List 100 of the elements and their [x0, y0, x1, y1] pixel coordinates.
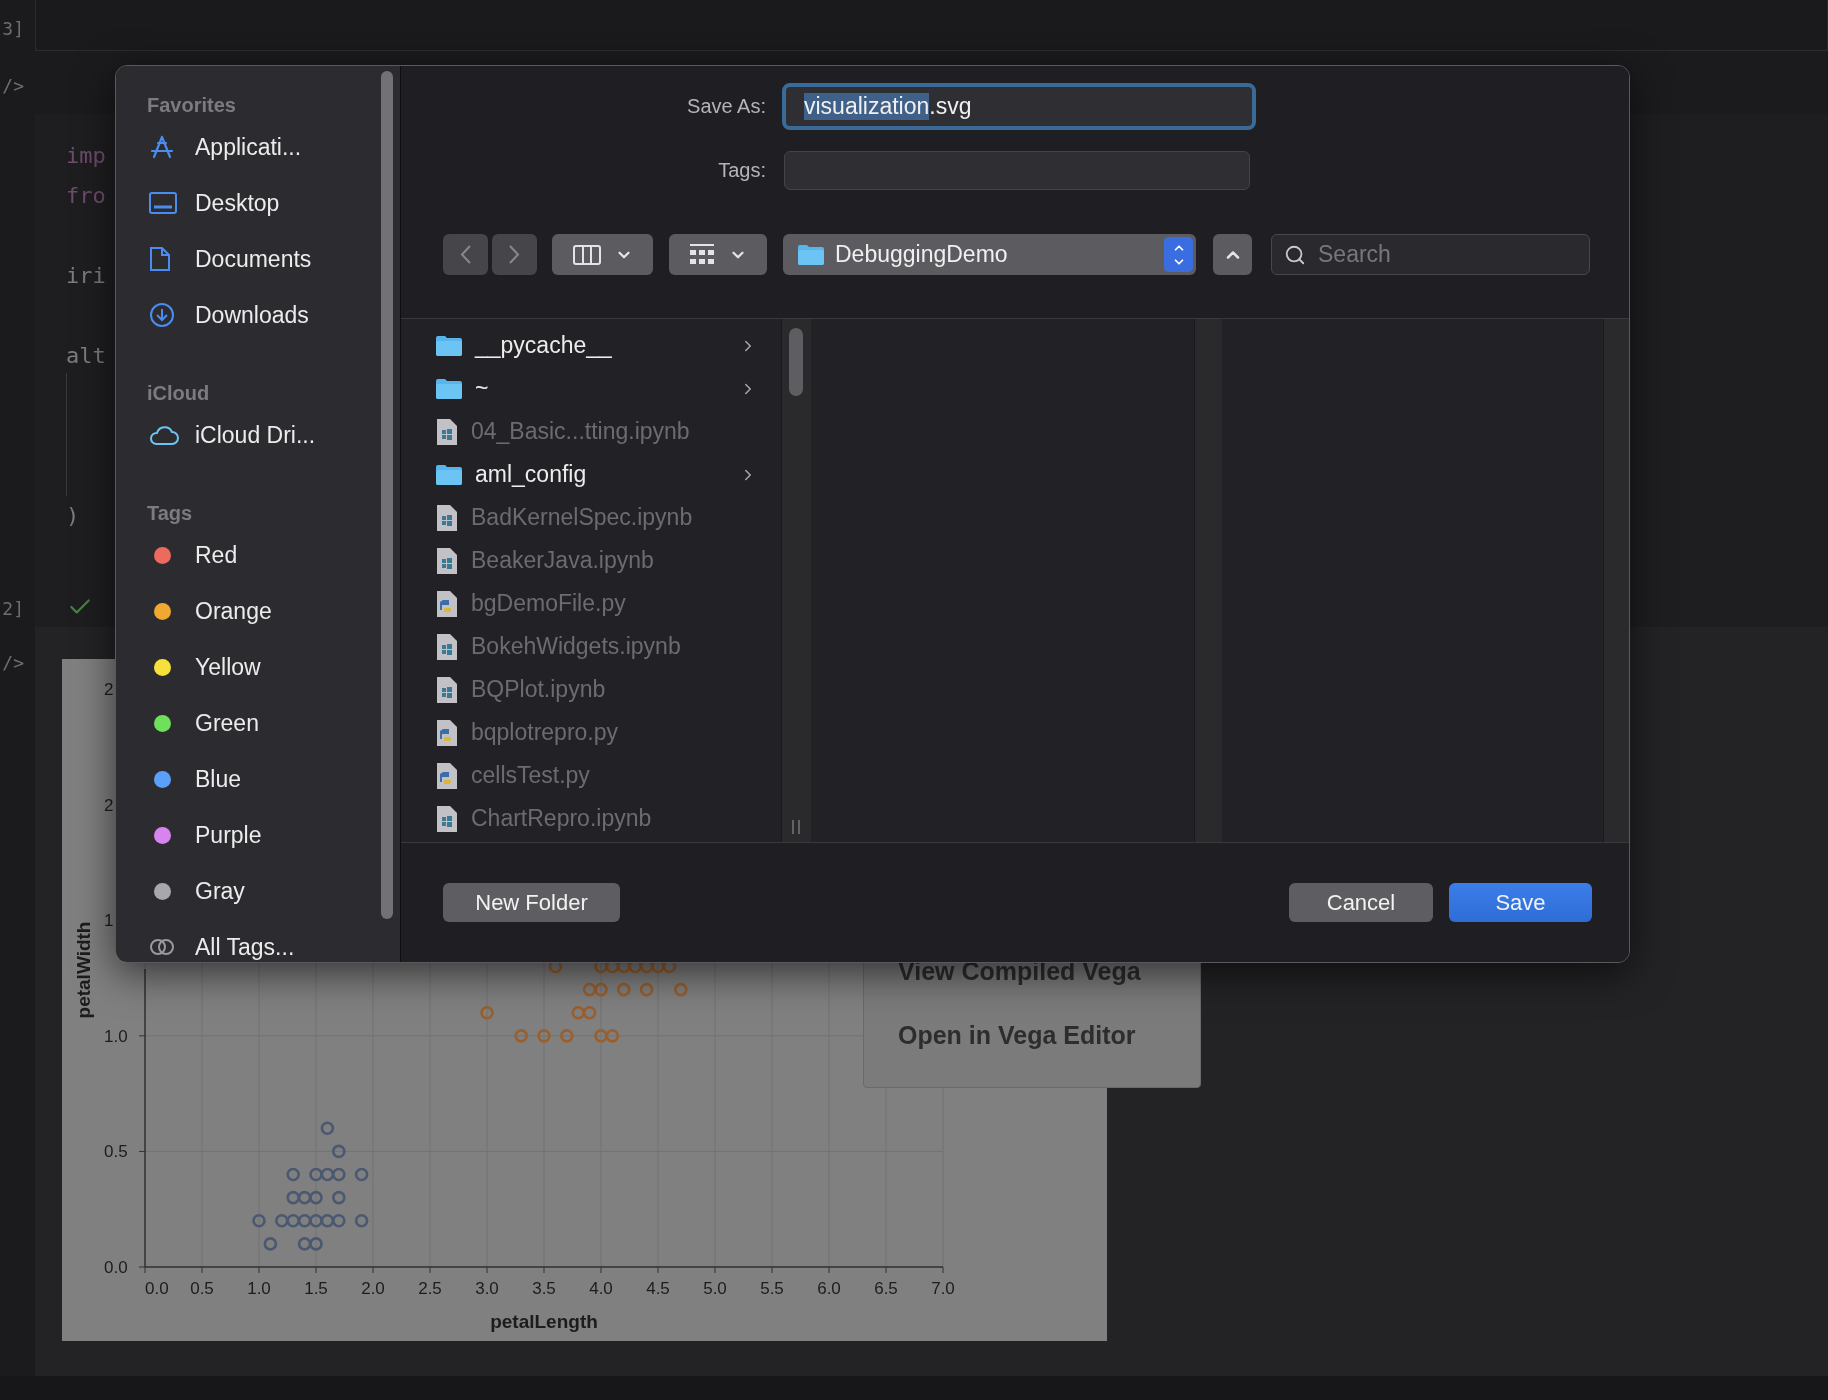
- data-point: [297, 1190, 312, 1205]
- group-button[interactable]: [669, 234, 767, 275]
- sidebar-item[interactable]: Green: [195, 709, 259, 737]
- folder-icon: [797, 243, 825, 266]
- code-line: alt: [66, 342, 106, 370]
- sidebar-item[interactable]: Red: [195, 541, 238, 569]
- data-point: [275, 1213, 289, 1228]
- python-file-icon: [435, 718, 459, 747]
- search-input[interactable]: Search: [1316, 240, 1589, 269]
- axis-title: petalWidth: [73, 921, 94, 1019]
- data-point: [286, 1167, 300, 1182]
- document-icon: [435, 632, 459, 661]
- tick-label: 0.0: [104, 1258, 128, 1277]
- data-point: [537, 1029, 551, 1043]
- sidebar-item[interactable]: Yellow: [195, 653, 261, 681]
- sidebar-item[interactable]: Downloads: [195, 301, 309, 329]
- data-point: [286, 1213, 300, 1228]
- location-popup[interactable]: DebuggingDemo: [783, 234, 1196, 275]
- data-point: [309, 1213, 323, 1228]
- python-file-icon: [435, 761, 459, 790]
- tick-label: 1.0: [247, 1279, 271, 1298]
- data-point: [480, 1005, 494, 1020]
- cell-label: 3]: [2, 18, 24, 39]
- search-icon: [1284, 243, 1306, 266]
- document-icon: [435, 503, 459, 532]
- app-store-icon: [149, 134, 175, 160]
- cancel-button[interactable]: Cancel: [1289, 883, 1433, 922]
- code-line: iri: [66, 262, 106, 290]
- tick-label: 2.0: [361, 1279, 385, 1298]
- scrollbar[interactable]: [381, 71, 393, 919]
- column-view-button[interactable]: [552, 234, 653, 275]
- file-name[interactable]: aml_config: [475, 461, 727, 488]
- code-line: imp: [66, 142, 106, 170]
- up-button[interactable]: [1213, 234, 1252, 275]
- data-point: [309, 1190, 323, 1205]
- data-point: [560, 1029, 574, 1043]
- data-point: [320, 1167, 335, 1182]
- scrollbar-thumb[interactable]: [789, 328, 803, 396]
- sidebar-item[interactable]: Documents: [195, 245, 312, 273]
- file-name[interactable]: __pycache__: [475, 332, 727, 359]
- tick-label: 5.0: [703, 1279, 727, 1298]
- field-label: Tags:: [717, 159, 766, 182]
- sidebar-item[interactable]: Blue: [195, 765, 242, 793]
- axis-title: petalLength: [490, 1311, 598, 1332]
- cell-label: 2]: [2, 598, 24, 619]
- data-point: [571, 1005, 585, 1020]
- data-point: [332, 1190, 346, 1205]
- data-point: [617, 982, 631, 997]
- save-button[interactable]: Save: [1449, 883, 1592, 922]
- tick-label: 2: [104, 795, 114, 815]
- sidebar-heading: Tags: [147, 501, 194, 526]
- folder-icon: [435, 334, 463, 357]
- sidebar-item[interactable]: iCloud Dri...: [195, 421, 316, 449]
- download-icon: [149, 302, 175, 328]
- search-field[interactable]: Search: [1271, 234, 1590, 275]
- python-file-icon: [435, 589, 459, 618]
- folder-icon: [435, 377, 463, 400]
- sidebar-heading: iCloud: [147, 381, 211, 406]
- desktop-icon: [149, 192, 177, 214]
- data-point: [582, 1005, 597, 1020]
- data-point: [674, 982, 688, 997]
- data-point: [332, 1213, 346, 1228]
- tick-label: 4.5: [646, 1279, 670, 1298]
- folder-icon: [435, 463, 463, 486]
- new-folder-button[interactable]: New Folder: [443, 883, 620, 922]
- resize-handle-icon[interactable]: [791, 820, 801, 834]
- output-label: />: [2, 75, 24, 96]
- sidebar-item[interactable]: Gray: [195, 877, 245, 905]
- sidebar-item[interactable]: Desktop: [195, 189, 280, 217]
- tick-label: 0.5: [190, 1279, 214, 1298]
- code-line: fro: [66, 182, 106, 210]
- document-icon: [435, 417, 459, 446]
- data-point: [263, 1237, 278, 1251]
- tick-label: 1.5: [304, 1279, 328, 1298]
- file-name-field[interactable]: visualization.svg: [782, 83, 1256, 130]
- sidebar-item[interactable]: All Tags...: [195, 933, 295, 961]
- data-point: [605, 1029, 620, 1043]
- tick-label: 0.5: [104, 1142, 128, 1162]
- data-point: [332, 1167, 346, 1182]
- sidebar-item[interactable]: Purple: [195, 821, 262, 849]
- tick-label: 6.5: [874, 1279, 898, 1298]
- forward-button[interactable]: [492, 234, 537, 275]
- grid-icon: [689, 243, 715, 266]
- tags-icon: [149, 938, 175, 956]
- document-icon: [435, 675, 459, 704]
- sidebar-item[interactable]: Applicati...: [195, 133, 302, 161]
- back-button[interactable]: [443, 234, 488, 275]
- data-point: [354, 1167, 369, 1182]
- tick-label: 7.0: [931, 1279, 955, 1298]
- file-name[interactable]: ~: [475, 375, 727, 402]
- field-label: Save As:: [686, 95, 766, 118]
- data-point: [332, 1144, 346, 1159]
- sidebar-heading: Favorites: [147, 93, 237, 118]
- data-point: [514, 1029, 528, 1043]
- tags-field[interactable]: [784, 151, 1250, 190]
- sidebar-item[interactable]: Orange: [195, 597, 272, 625]
- cloud-icon: [149, 424, 179, 446]
- data-point: [354, 1213, 369, 1228]
- document-icon: [149, 246, 171, 272]
- data-point: [594, 1029, 608, 1043]
